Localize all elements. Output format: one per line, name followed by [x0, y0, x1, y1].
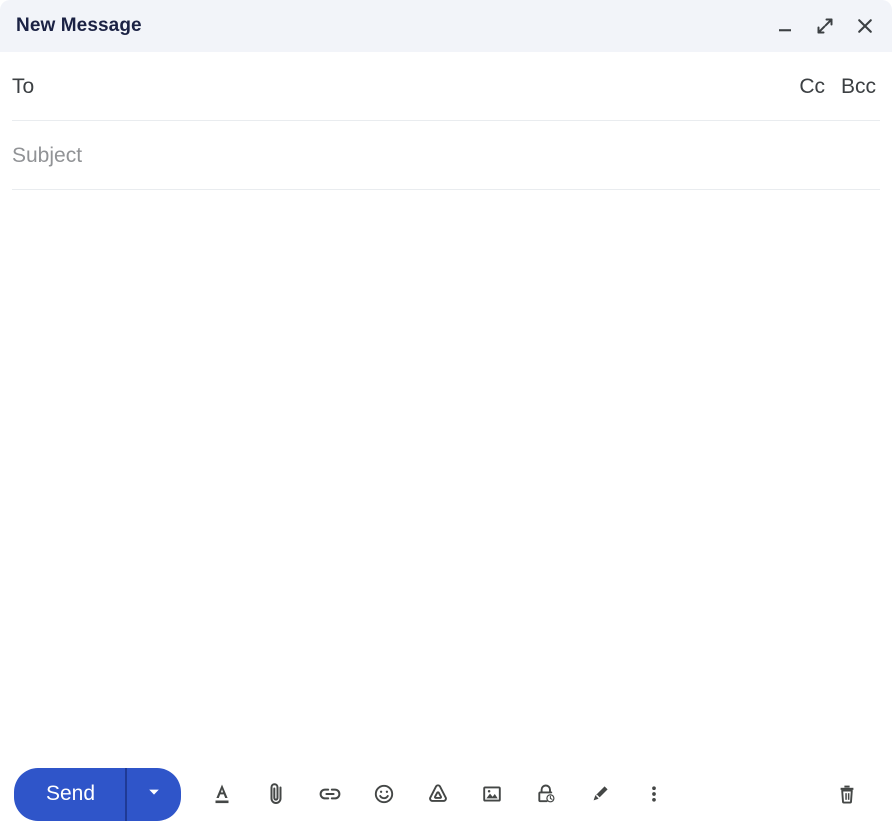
insert-emoji-icon — [369, 779, 399, 809]
discard-draft-button[interactable] — [820, 767, 874, 821]
cc-button[interactable]: Cc — [799, 75, 825, 99]
to-field-row[interactable]: To Cc Bcc — [0, 52, 892, 121]
minimize-icon — [776, 17, 794, 35]
confidential-mode-icon — [531, 779, 561, 809]
window-controls — [772, 13, 878, 39]
formatting-options-icon — [207, 779, 237, 809]
cc-bcc-group: Cc Bcc — [799, 75, 876, 99]
send-button[interactable]: Send — [14, 768, 125, 821]
subject-input[interactable]: Subject — [12, 145, 876, 166]
compose-window: New Message To Cc Bcc Subject Send — [0, 0, 892, 834]
insert-photo-icon — [477, 779, 507, 809]
more-options-icon — [639, 779, 669, 809]
close-button[interactable] — [852, 13, 878, 39]
more-options-button[interactable] — [627, 767, 681, 821]
message-body-input[interactable] — [0, 190, 892, 754]
subject-field-row[interactable]: Subject — [0, 121, 892, 190]
insert-link-icon — [315, 779, 345, 809]
expand-button[interactable] — [812, 13, 838, 39]
bcc-button[interactable]: Bcc — [841, 75, 876, 99]
page-title: New Message — [16, 15, 142, 36]
attach-file-icon — [261, 779, 291, 809]
to-input[interactable]: To — [12, 76, 799, 97]
insert-emoji-button[interactable] — [357, 767, 411, 821]
trash-icon — [832, 779, 862, 809]
minimize-button[interactable] — [772, 13, 798, 39]
chevron-down-icon — [144, 782, 164, 807]
confidential-mode-button[interactable] — [519, 767, 573, 821]
insert-drive-file-icon — [423, 779, 453, 809]
attach-file-button[interactable] — [249, 767, 303, 821]
insert-photo-button[interactable] — [465, 767, 519, 821]
insert-drive-file-button[interactable] — [411, 767, 465, 821]
send-options-button[interactable] — [127, 768, 181, 821]
insert-signature-icon — [585, 779, 615, 809]
compose-toolbar: Send — [0, 754, 892, 834]
expand-icon — [815, 16, 835, 36]
compose-header: New Message — [0, 0, 892, 52]
toolbar-icon-group — [195, 767, 820, 821]
close-icon — [855, 16, 875, 36]
insert-signature-button[interactable] — [573, 767, 627, 821]
send-button-group[interactable]: Send — [14, 767, 182, 821]
toolbar-right-group — [820, 767, 874, 821]
insert-link-button[interactable] — [303, 767, 357, 821]
formatting-options-button[interactable] — [195, 767, 249, 821]
